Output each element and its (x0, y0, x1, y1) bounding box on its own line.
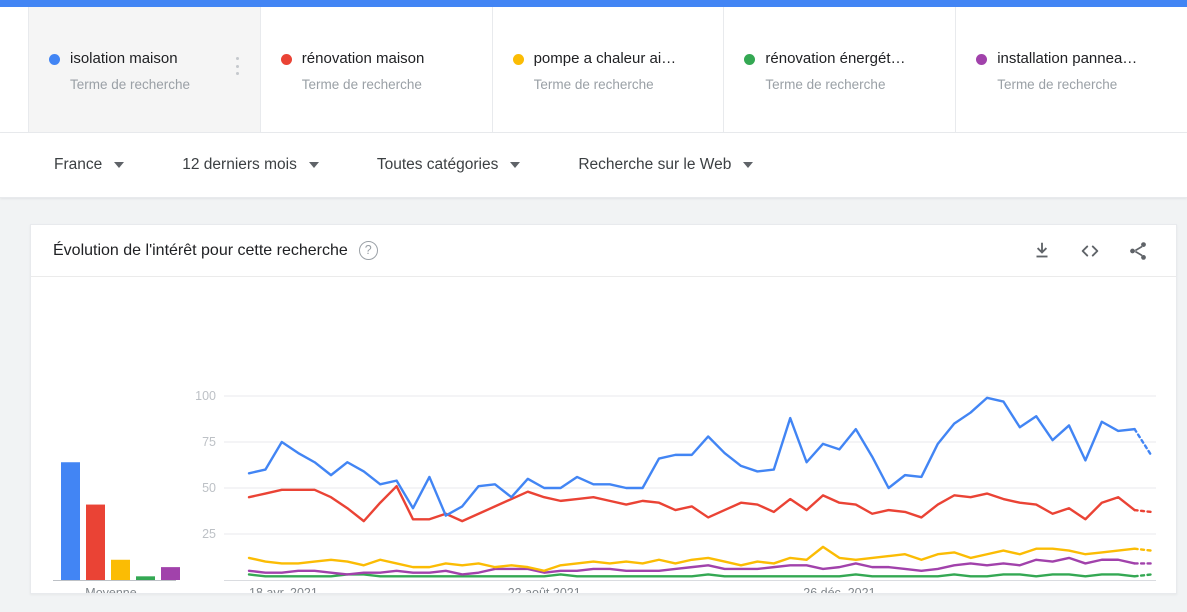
filter-time-label: 12 derniers mois (182, 156, 297, 173)
average-label: Moyenne (85, 586, 136, 593)
search-term-head-2: rénovation maison (280, 49, 472, 69)
series-line (247, 573, 1136, 578)
x-axis-tick-label: 22 août 2021 (508, 586, 581, 593)
search-term-card-2[interactable]: rénovation maison Terme de recherche (260, 7, 493, 132)
search-term-sublabel-1: Terme de recherche (70, 77, 191, 92)
search-term-label-3: pompe a chaleur ai… (533, 50, 677, 67)
chevron-down-icon-region (114, 162, 125, 168)
x-axis-labels: 18 avr. 2021 22 août 2021 26 déc. 2021 (249, 586, 876, 593)
y-axis-tick-label: 50 (202, 481, 216, 495)
filter-property-label: Recherche sur le Web (578, 156, 732, 173)
search-term-label-5: installation pannea… (997, 50, 1138, 67)
search-term-sublabel-5: Terme de recherche (997, 77, 1118, 92)
chevron-down-icon-category (510, 162, 521, 168)
y-axis-tick-label: 25 (202, 527, 216, 541)
y-axis-tick-label: 100 (195, 389, 216, 403)
chart-header: Évolution de l'intérêt pour cette recher… (31, 225, 1176, 277)
filter-region[interactable]: France (54, 155, 125, 175)
interest-over-time-card: Évolution de l'intérêt pour cette recher… (30, 224, 1177, 594)
series-line (247, 484, 1136, 523)
filter-region-label: France (54, 156, 103, 173)
download-icon[interactable] (1031, 240, 1053, 262)
search-term-card-1[interactable]: isolation maison Terme de recherche (29, 7, 261, 132)
average-bar (161, 567, 180, 580)
filter-time[interactable]: 12 derniers mois (182, 155, 319, 175)
search-term-label-2: rénovation maison (301, 50, 425, 67)
series-color-dot-icon-5 (976, 53, 988, 65)
chevron-down-icon-property (743, 162, 754, 168)
embed-code-icon[interactable] (1079, 240, 1101, 262)
search-terms-row: isolation maison Terme de recherche réno… (0, 7, 1187, 133)
filter-property[interactable]: Recherche sur le Web (578, 155, 754, 175)
cards-left-spacer (0, 7, 29, 132)
help-circle-icon[interactable]: ? (358, 241, 378, 260)
search-term-head-1: isolation maison (49, 49, 240, 69)
series-color-dot-icon-4 (744, 53, 756, 65)
top-accent-bar (0, 0, 1187, 7)
average-bar (61, 462, 80, 580)
filter-category[interactable]: Toutes catégories (377, 155, 521, 175)
series-color-dot-icon-2 (280, 53, 292, 65)
search-term-label-1: isolation maison (70, 50, 178, 67)
average-bar (111, 559, 130, 580)
x-axis-tick-label: 18 avr. 2021 (249, 586, 318, 593)
average-bar (136, 576, 155, 580)
search-term-head-4: rénovation énergét… (744, 49, 935, 69)
chart-header-actions (1031, 240, 1149, 262)
filter-bar: France 12 derniers mois Toutes catégorie… (0, 133, 1187, 198)
search-term-sublabel-4: Terme de recherche (765, 77, 886, 92)
search-term-sublabel-2: Terme de recherche (301, 77, 422, 92)
search-term-head-3: pompe a chaleur ai… (512, 49, 704, 69)
series-color-dot-icon-3 (512, 53, 524, 65)
search-term-menu-icon-1[interactable] (230, 55, 246, 77)
chart-title: Évolution de l'intérêt pour cette recher… (53, 241, 348, 259)
x-axis-tick-label: 26 déc. 2021 (803, 586, 875, 593)
search-term-card-3[interactable]: pompe a chaleur ai… Terme de recherche (492, 7, 725, 132)
search-term-card-4[interactable]: rénovation énergét… Terme de recherche (724, 7, 957, 132)
interest-over-time-chart[interactable]: Moyenne 25 50 75 100 18 avr. 2021 22 août 2021… (31, 277, 1176, 593)
series-line-partial (1133, 508, 1153, 514)
search-term-head-5: installation pannea… (976, 49, 1167, 69)
filter-category-label: Toutes catégories (376, 156, 499, 173)
series-color-dot-icon-1 (49, 53, 60, 65)
average-bar (86, 504, 105, 580)
y-axis-tick-label: 75 (202, 435, 216, 449)
chart-body: Moyenne 25 50 75 100 18 avr. 2021 22 août 2021… (31, 277, 1176, 593)
series-line-partial (1133, 547, 1153, 552)
trends-page: { "top_accent_color": "#4285f4", "colors… (0, 0, 1187, 612)
chevron-down-icon-time (308, 162, 319, 168)
search-term-sublabel-3: Terme de recherche (533, 77, 654, 92)
share-icon[interactable] (1127, 240, 1149, 262)
search-term-label-4: rénovation énergét… (765, 50, 906, 67)
average-bar-chart: Moyenne (53, 462, 180, 593)
series-line-partial (1133, 573, 1153, 578)
search-term-card-5[interactable]: installation pannea… Terme de recherche (956, 7, 1187, 132)
